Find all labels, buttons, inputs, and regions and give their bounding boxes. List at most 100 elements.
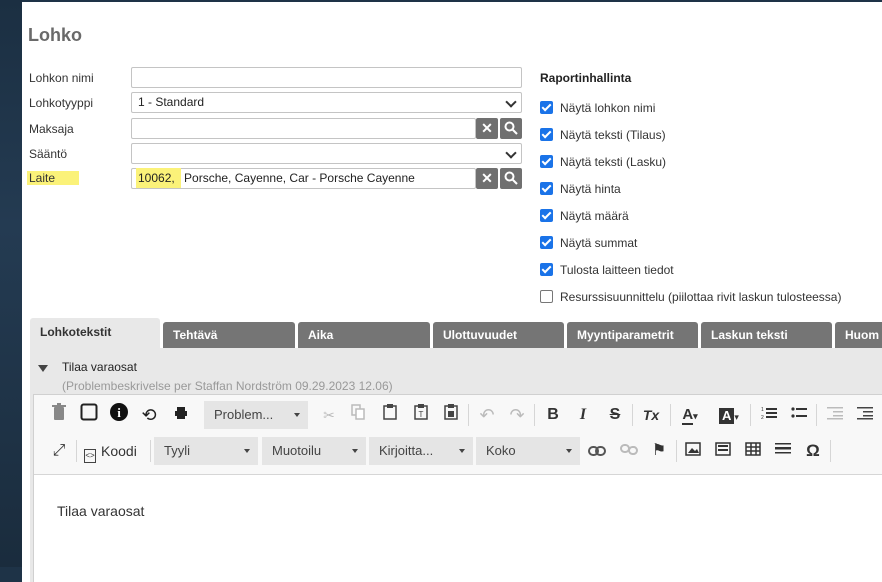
- remove-format-icon[interactable]: Tx: [638, 403, 664, 427]
- undo-icon[interactable]: ↶: [476, 403, 498, 427]
- payer-search-button[interactable]: [500, 118, 522, 139]
- flag-anchor-icon[interactable]: ⚑: [648, 439, 670, 463]
- svg-text:2: 2: [761, 415, 764, 420]
- strikethrough-icon[interactable]: S: [604, 403, 626, 427]
- trash-icon[interactable]: [48, 403, 70, 427]
- block-type-select[interactable]: 1 - Standard: [131, 92, 522, 113]
- checkbox-label: Näytä hinta: [560, 182, 621, 196]
- tab-task[interactable]: Tehtävä: [163, 322, 295, 348]
- tab-dimensions[interactable]: Ulottuvuudet: [433, 322, 564, 348]
- maximize-icon[interactable]: ⤢: [48, 439, 70, 463]
- size-dropdown[interactable]: Koko: [476, 437, 580, 465]
- checkbox-label: Näytä teksti (Lasku): [560, 155, 667, 169]
- checkbox-print-device-info[interactable]: Tulosta laitteen tiedot: [540, 263, 674, 279]
- tab-notes[interactable]: Huom: [835, 322, 882, 348]
- toolbar-separator: [750, 404, 751, 426]
- editor-toolbar: i ⟲ Problem... ✂ T ↶ ↷ B I S Tx A▾ A ▾ 1…: [34, 395, 882, 475]
- checkbox-resource-planning[interactable]: Resurssisuunnittelu (piilottaa rivit las…: [540, 290, 841, 306]
- link-icon[interactable]: [586, 439, 608, 463]
- background-color-icon[interactable]: A ▾: [714, 403, 744, 427]
- checkbox-show-quantity[interactable]: Näytä määrä: [540, 209, 629, 225]
- print-icon[interactable]: [170, 403, 192, 427]
- font-dropdown[interactable]: Kirjoitta...: [369, 437, 473, 465]
- tab-sales-parameters[interactable]: Myyntiparametrit: [567, 322, 698, 348]
- cut-icon[interactable]: ✂: [318, 403, 340, 427]
- checkbox-icon[interactable]: [540, 263, 553, 276]
- text-item-subtitle: (Problembeskrivelse per Staffan Nordströ…: [62, 379, 393, 393]
- outdent-icon[interactable]: [824, 403, 846, 427]
- paste-word-icon[interactable]: [440, 403, 462, 427]
- tab-time[interactable]: Aika: [298, 322, 430, 348]
- checkbox-icon[interactable]: [540, 209, 553, 222]
- table-icon[interactable]: [742, 439, 764, 463]
- tab-invoice-text[interactable]: Laskun teksti: [701, 322, 832, 348]
- checkbox-square-icon[interactable]: [78, 403, 100, 427]
- block-dialog: Lohko Lohkon nimi Lohkotyyppi Maksaja Sä…: [22, 2, 882, 582]
- indent-icon[interactable]: [854, 403, 876, 427]
- close-icon: ✕: [481, 170, 493, 186]
- checkbox-show-text-order[interactable]: Näytä teksti (Tilaus): [540, 128, 666, 144]
- checkbox-show-totals[interactable]: Näytä summat: [540, 236, 637, 252]
- numbered-list-icon[interactable]: 12: [758, 403, 780, 427]
- checkbox-show-price[interactable]: Näytä hinta: [540, 182, 621, 198]
- copy-icon[interactable]: [347, 403, 369, 427]
- redo-icon[interactable]: ↷: [506, 403, 528, 427]
- toolbar-separator: [468, 404, 469, 426]
- checkbox-label: Näytä määrä: [560, 209, 629, 223]
- special-character-icon[interactable]: Ω: [802, 439, 824, 463]
- paste-icon[interactable]: [379, 403, 401, 427]
- bullet-list-icon[interactable]: [788, 403, 810, 427]
- source-button[interactable]: <> Koodi: [84, 439, 146, 463]
- unlink-icon[interactable]: [618, 439, 640, 463]
- source-label: Koodi: [101, 443, 137, 459]
- checkbox-icon[interactable]: [540, 290, 553, 303]
- checkbox-label: Näytä summat: [560, 236, 638, 250]
- label-rule: Sääntö: [29, 147, 68, 161]
- block-name-input[interactable]: [131, 67, 522, 88]
- toolbar-separator: [632, 404, 633, 426]
- format-dropdown[interactable]: Muotoilu: [262, 437, 366, 465]
- bold-icon[interactable]: B: [542, 403, 564, 427]
- checkbox-icon[interactable]: [540, 101, 553, 114]
- report-settings-title: Raportinhallinta: [540, 71, 632, 85]
- italic-icon[interactable]: I: [572, 403, 594, 427]
- search-icon: [504, 121, 518, 135]
- image-icon[interactable]: [682, 439, 704, 463]
- toolbar-separator: [150, 440, 151, 462]
- rule-select[interactable]: [131, 143, 522, 164]
- paste-text-icon[interactable]: T: [410, 403, 432, 427]
- label-payer: Maksaja: [29, 122, 74, 136]
- toolbar-separator: [670, 404, 671, 426]
- checkbox-icon[interactable]: [540, 128, 553, 141]
- media-embed-icon[interactable]: [712, 439, 734, 463]
- checkbox-icon[interactable]: [540, 182, 553, 195]
- background-window: [0, 0, 22, 567]
- toolbar-separator: [816, 404, 817, 426]
- horizontal-line-icon[interactable]: [772, 439, 794, 463]
- checkbox-show-block-name[interactable]: Näytä lohkon nimi: [540, 101, 655, 117]
- payer-input[interactable]: [131, 118, 476, 139]
- device-clear-button[interactable]: ✕: [476, 168, 498, 189]
- checkbox-icon[interactable]: [540, 236, 553, 249]
- template-dropdown[interactable]: Problem...: [204, 401, 308, 429]
- toolbar-separator: [830, 440, 831, 462]
- history-icon[interactable]: ⟲: [138, 403, 160, 427]
- style-dropdown[interactable]: Tyyli: [154, 437, 258, 465]
- block-texts-panel: Tilaa varaosat (Problembeskrivelse per S…: [30, 348, 882, 582]
- checkbox-show-text-invoice[interactable]: Näytä teksti (Lasku): [540, 155, 666, 171]
- svg-text:i: i: [117, 405, 121, 420]
- info-icon[interactable]: i: [108, 403, 130, 427]
- text-color-icon[interactable]: A▾: [676, 403, 704, 427]
- collapse-triangle-icon[interactable]: [38, 365, 48, 372]
- checkbox-icon[interactable]: [540, 155, 553, 168]
- close-icon: ✕: [481, 120, 493, 136]
- tab-block-texts[interactable]: Lohkotekstit: [30, 318, 160, 348]
- label-block-name: Lohkon nimi: [29, 71, 94, 85]
- device-id-highlight: 10062,: [136, 168, 181, 188]
- payer-clear-button[interactable]: ✕: [476, 118, 498, 139]
- editor-content[interactable]: Tilaa varaosat: [57, 503, 144, 519]
- device-search-button[interactable]: [500, 168, 522, 189]
- svg-text:1: 1: [761, 407, 764, 413]
- device-input[interactable]: 10062, Porsche, Cayenne, Car - Porsche C…: [131, 168, 476, 189]
- tab-bar: Lohkotekstit Tehtävä Aika Ulottuvuudet M…: [30, 318, 882, 348]
